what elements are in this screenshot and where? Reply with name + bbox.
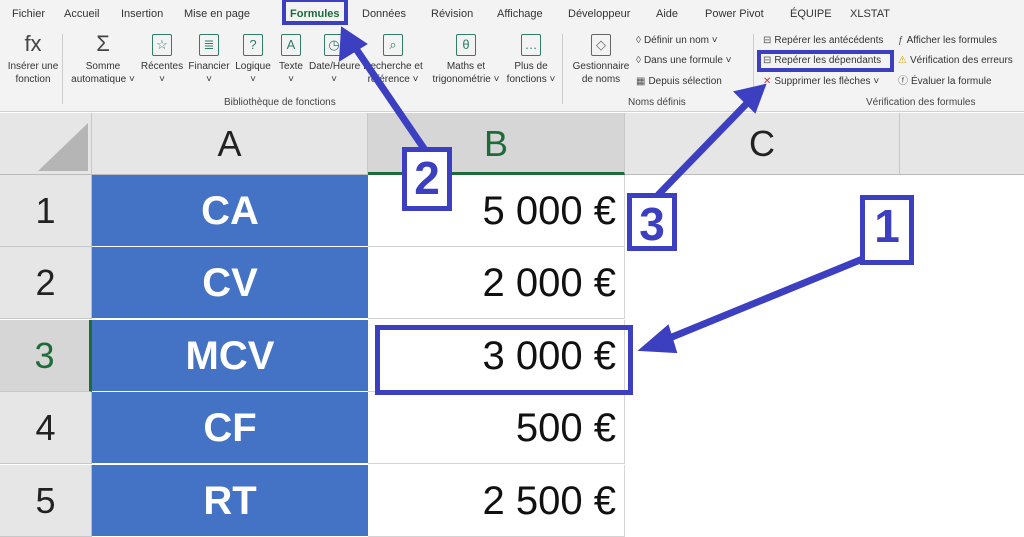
arrow-1 bbox=[653, 254, 867, 348]
arrow-1-head bbox=[637, 324, 678, 354]
annotation-3: 3 bbox=[627, 193, 677, 251]
annotation-1: 1 bbox=[860, 195, 914, 265]
annotation-2: 2 bbox=[402, 147, 452, 211]
arrow-2 bbox=[347, 38, 428, 152]
annotation-arrows bbox=[338, 26, 867, 354]
arrow-3 bbox=[655, 92, 758, 198]
